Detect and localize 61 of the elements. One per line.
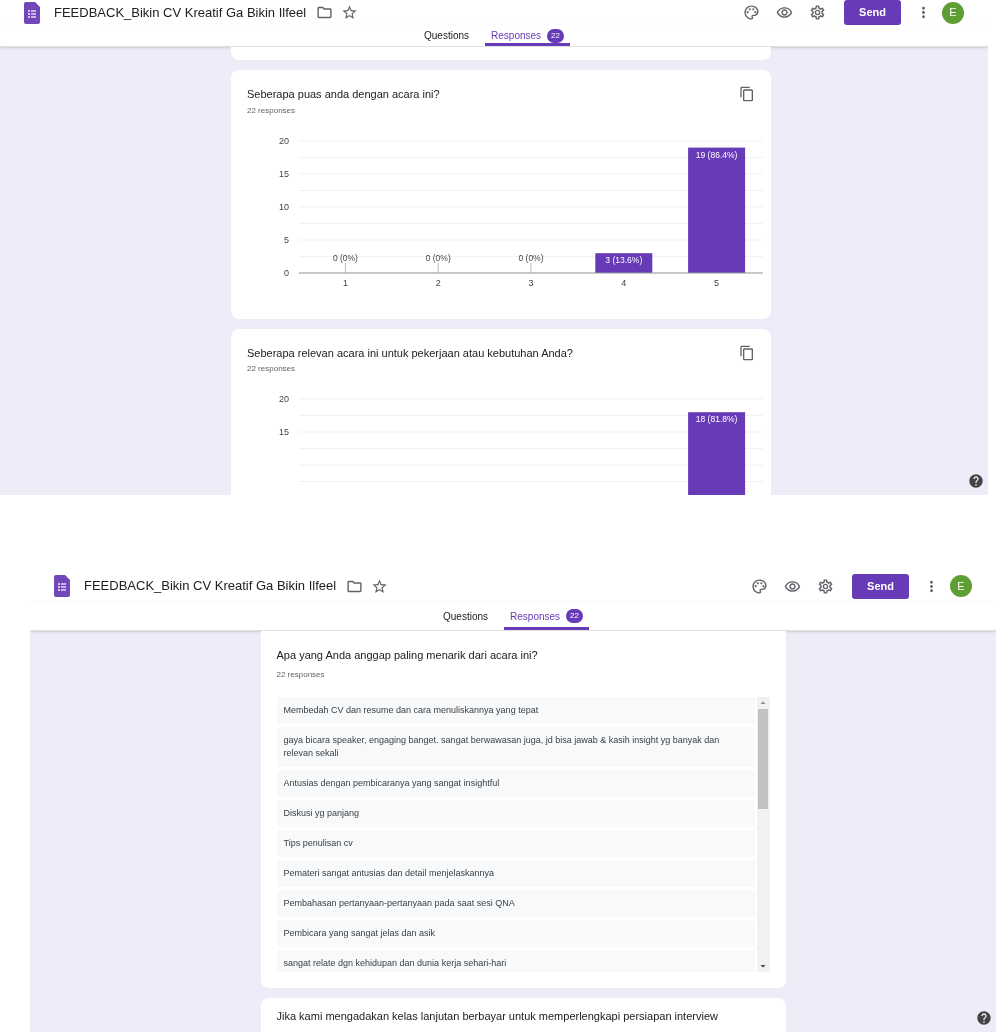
folder-icon[interactable] — [316, 4, 334, 21]
value-label: 0 (0%) — [518, 252, 544, 263]
response-item: Pembahasan pertanyaan-pertanyaan pada saat sesi QNA — [276, 889, 755, 917]
send-button[interactable]: Send — [852, 573, 909, 599]
axis-tick-label: 1 — [342, 277, 348, 288]
axis-tick-label: 2 — [435, 277, 441, 288]
axis-tick-label: 0 — [284, 267, 289, 278]
response-count: 22 responses — [276, 668, 325, 681]
question-title: Apa yang Anda anggap paling menarik dari acara ini? — [276, 648, 538, 663]
settings-icon[interactable] — [817, 577, 834, 595]
axis-tick-label: 5 — [714, 277, 720, 288]
scrollbar[interactable] — [756, 696, 770, 972]
zero-tick — [530, 262, 532, 273]
count-badge: 22 — [547, 28, 564, 43]
copy-icon[interactable] — [739, 86, 755, 102]
help-icon[interactable] — [976, 1010, 992, 1026]
send-button[interactable]: Send — [844, 0, 901, 25]
count-badge: 22 — [566, 609, 583, 624]
forms-icon[interactable] — [24, 1, 40, 24]
response-item: Membedah CV dan resume dan cara menuliskannya yang tepat — [276, 696, 755, 724]
axis-tick-label: 20 — [279, 394, 289, 404]
settings-icon[interactable] — [809, 4, 826, 21]
response-item: gaya bicara speaker, engaging banget. sangat berwawasan juga, jd bisa jawab & kasih insight yg banyak dan relevan sekali — [276, 726, 755, 767]
response-item: Pemateri sangat antusias dan detail menjelaskannya — [276, 859, 755, 887]
form-title[interactable]: FEEDBACK_Bikin CV Kreatif Ga Bikin Ilfeel — [84, 576, 337, 596]
tab[interactable]: Questions — [437, 602, 495, 630]
value-label: 3 (13.6%) — [605, 254, 643, 265]
star-icon[interactable] — [341, 4, 359, 21]
preview-icon[interactable] — [776, 4, 793, 21]
question-title: Jika kami mengadakan kelas lanjutan berbayar untuk memperlengkapi persiapan interview — [276, 1008, 718, 1024]
star-icon[interactable] — [371, 577, 389, 595]
response-item: Pembicara yang sangat jelas dan asik — [276, 919, 755, 947]
tab[interactable]: Questions — [418, 25, 476, 46]
palette-icon[interactable] — [743, 4, 760, 21]
axis-tick-label: 5 — [284, 234, 289, 245]
zero-tick — [437, 262, 439, 273]
response-item: Antusias dengan pembicaranya yang sangat insightful — [276, 769, 755, 797]
value-label: 0 (0%) — [425, 252, 451, 263]
response-count: 22 responses — [247, 104, 296, 117]
axis-tick-label: 10 — [279, 201, 289, 212]
response-item: Tips penulisan cv — [276, 829, 755, 857]
palette-icon[interactable] — [751, 577, 768, 595]
axis-tick-label: 15 — [279, 427, 289, 437]
value-label: 0 (0%) — [332, 252, 358, 263]
help-icon[interactable] — [968, 473, 984, 489]
axis-tick-label: 15 — [279, 168, 289, 179]
axis-tick-label: 20 — [279, 135, 289, 146]
bar — [595, 252, 653, 273]
axis-tick-label: 3 — [528, 277, 534, 288]
value-label: 18 (81.8%) — [695, 414, 738, 425]
copy-icon[interactable] — [739, 344, 755, 361]
zero-tick — [344, 262, 346, 273]
response-count: 22 responses — [247, 363, 296, 375]
response-item: Diskusi yg panjang — [276, 799, 755, 827]
axis-tick-label: 4 — [621, 277, 627, 288]
forms-icon[interactable] — [54, 575, 70, 598]
question-title: Seberapa puas anda dengan acara ini? — [247, 87, 440, 102]
question-title: Seberapa relevan acara ini untuk pekerjaan atau kebutuhan Anda? — [247, 345, 573, 361]
form-title[interactable]: FEEDBACK_Bikin CV Kreatif Ga Bikin Ilfeel — [54, 2, 307, 23]
value-label: 19 (86.4%) — [695, 149, 738, 160]
response-item: sangat relate dgn kehidupan dan dunia kerja sehari-hari — [276, 949, 755, 972]
